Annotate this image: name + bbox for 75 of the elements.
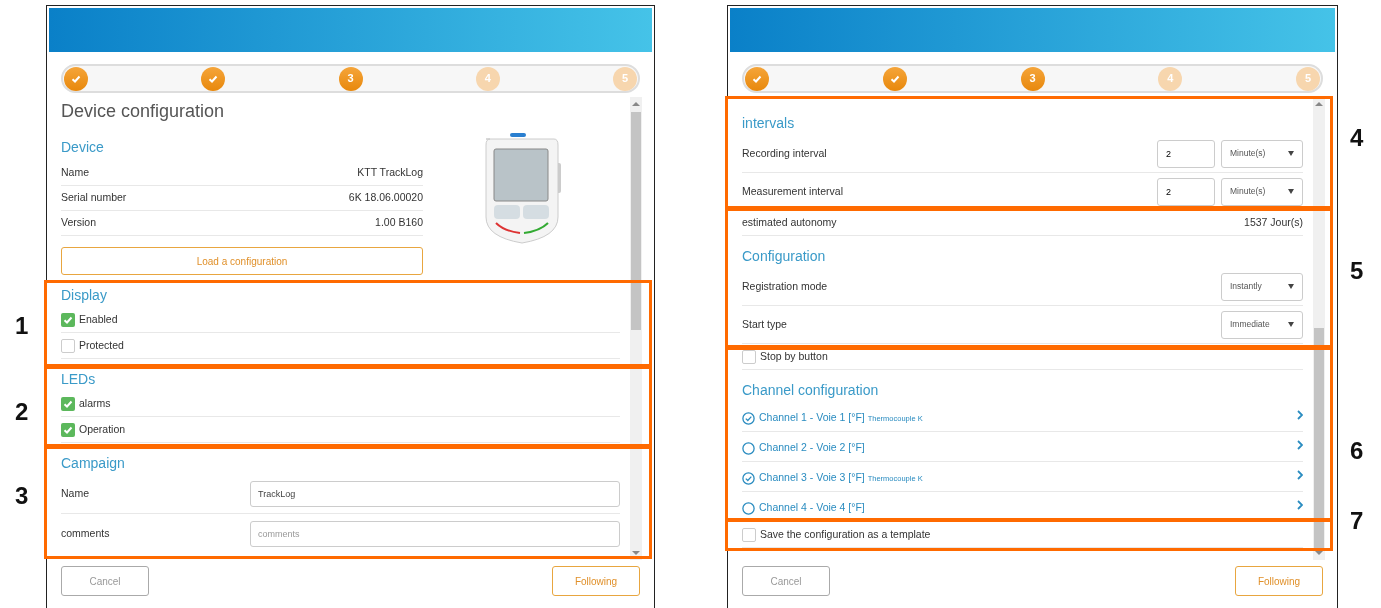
check-icon (752, 73, 762, 84)
checkbox[interactable] (61, 396, 75, 411)
dropdown[interactable]: Immediate (1221, 310, 1303, 339)
field-label: Serial number (61, 190, 127, 206)
section-heading: Display (61, 286, 108, 305)
chevron-right-icon (1297, 500, 1303, 510)
unit-dropdown[interactable]: Minute(s) (1221, 177, 1303, 206)
chevron-right-icon (1297, 410, 1303, 420)
cancel-button[interactable]: Cancel (61, 566, 149, 596)
checkbox[interactable] (61, 312, 75, 327)
annotation-number: 3 (15, 484, 29, 508)
section-heading: intervals (742, 114, 796, 133)
field-label: Start type (742, 316, 788, 332)
field-label: estimated autonomy (742, 215, 837, 231)
dropdown[interactable]: Instantly (1221, 272, 1303, 301)
checkbox[interactable] (61, 338, 75, 353)
checkbox[interactable] (742, 527, 756, 542)
scrollbar[interactable] (630, 97, 642, 560)
checkbox-label: Save the configuration as a template (760, 526, 931, 542)
field-label: Measurement interval (742, 183, 844, 199)
section-heading: Configuration (742, 247, 827, 266)
checkbox-label: Operation (79, 421, 126, 437)
checkbox-label: alarms (79, 395, 111, 411)
text-input-field[interactable]: comments (250, 520, 620, 547)
chevron-right-icon (1297, 470, 1303, 480)
step-indicator: 3 (338, 66, 363, 91)
unit-dropdown[interactable]: Minute(s) (1221, 139, 1303, 168)
step-indicator: 5 (1296, 66, 1320, 91)
field-label: comments (61, 525, 111, 541)
load-configuration-button[interactable]: Load a configuration (61, 247, 423, 275)
annotation-number: 7 (1350, 509, 1364, 533)
check-icon (889, 73, 900, 84)
following-button[interactable]: Following (1235, 566, 1323, 596)
dropdown-caret-icon (1288, 284, 1294, 289)
section-heading: Device (61, 138, 105, 157)
annotation-number: 4 (1350, 126, 1364, 150)
chevron-right-icon (1297, 440, 1303, 450)
annotation-number: 1 (15, 314, 29, 338)
check-icon (208, 73, 219, 84)
annotation-number: 2 (15, 400, 29, 424)
dropdown-caret-icon (1288, 322, 1294, 327)
checkbox-label: Stop by button (760, 348, 828, 364)
field-value: 1537 Jour(s) (1244, 215, 1303, 231)
section-heading: Campaign (61, 454, 126, 473)
step-indicator: 5 (613, 66, 637, 91)
field-value: KTT TrackLog (357, 165, 423, 181)
scrollbar[interactable] (1313, 97, 1325, 560)
field-label: Version (61, 215, 97, 231)
checkbox-label: Protected (79, 337, 124, 353)
field-label: Registration mode (742, 278, 829, 294)
field-value: 1.00 B160 (375, 215, 423, 231)
field-value: 6K 18.06.00020 (348, 190, 423, 206)
step-indicator: 4 (1158, 66, 1183, 91)
annotation-number: 6 (1350, 439, 1364, 463)
field-label: Name (61, 486, 90, 502)
annotation-number: 5 (1350, 259, 1364, 283)
number-input-field[interactable]: 2 (1157, 177, 1215, 206)
step-indicator: 3 (1020, 66, 1045, 91)
channel-item[interactable]: Channel 4 - Voie 4 [°F] (742, 492, 1303, 522)
following-button[interactable]: Following (552, 566, 640, 596)
field-label: Name (61, 165, 89, 181)
cancel-button[interactable]: Cancel (742, 566, 830, 596)
channel-item[interactable]: Channel 2 - Voie 2 [°F] (742, 432, 1303, 462)
dropdown-caret-icon (1288, 189, 1294, 194)
checkbox[interactable] (61, 422, 75, 437)
number-input-field[interactable]: 2 (1157, 139, 1215, 168)
dropdown-caret-icon (1288, 151, 1294, 156)
section-heading: LEDs (61, 370, 97, 389)
field-label: Recording interval (742, 145, 828, 161)
text-input-field[interactable]: TrackLog (250, 481, 620, 507)
page-title: Device configuration (61, 100, 226, 123)
step-indicator: 4 (475, 66, 500, 91)
section-heading: Channel configuration (742, 381, 880, 400)
checkbox-label: Enabled (79, 311, 118, 327)
check-icon (71, 73, 81, 84)
